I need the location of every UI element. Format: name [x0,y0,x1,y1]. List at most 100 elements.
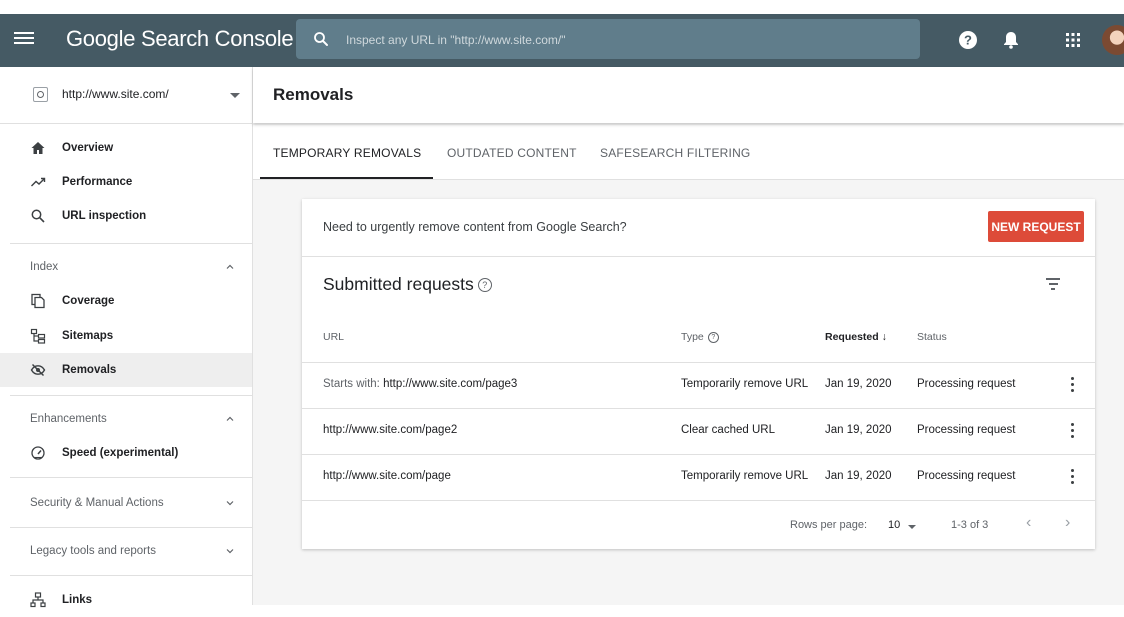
dropdown-arrow-icon [230,93,240,98]
sidebar-divider [10,243,252,244]
sidebar-item-overview[interactable]: Overview [0,131,252,165]
help-circle-icon[interactable]: ? [477,278,492,293]
search-input[interactable] [344,28,888,52]
main-content: Removals TEMPORARY REMOVALS OUTDATED CON… [253,67,1124,605]
section-index-header[interactable]: Index [0,253,252,281]
sidebar-item-label: Overview [62,142,114,154]
links-tree-icon [30,592,46,608]
page-title: Removals [273,85,354,104]
row-requested: Jan 19, 2020 [825,424,892,436]
chevron-down-icon [226,549,234,554]
sidebar-item-url-inspection[interactable]: URL inspection [0,199,252,233]
chevron-up-icon [226,264,234,269]
active-tab-indicator [260,177,433,179]
column-header-url: URL [323,331,345,343]
chevron-down-icon [226,501,234,506]
table-row: http://www.site.com/page2 Clear cached U… [302,408,1095,454]
chevron-up-icon [226,416,234,421]
previous-page-chevron-icon[interactable]: ‹ [1026,514,1031,532]
removals-card: Need to urgently remove content from Goo… [302,199,1095,549]
account-avatar[interactable] [1102,25,1124,55]
sidebar-divider [10,477,252,478]
row-type: Temporarily remove URL [681,470,809,482]
sidebar-item-sitemaps[interactable]: Sitemaps [0,319,252,353]
filter-list-icon[interactable] [1045,278,1061,292]
property-globe-icon [33,87,48,102]
sidebar-item-speed[interactable]: Speed (experimental) [0,436,252,470]
more-vert-icon[interactable] [1071,423,1075,439]
help-circle-icon: ? [707,331,719,343]
tab-temporary-removals[interactable]: TEMPORARY REMOVALS [273,146,421,160]
visibility-off-icon [30,363,46,377]
column-header-status: Status [917,331,947,343]
sidebar-item-coverage[interactable]: Coverage [0,284,252,318]
card-divider [302,256,1095,257]
more-vert-icon[interactable] [1071,469,1075,485]
submitted-requests-heading: Submitted requests? [323,274,492,295]
row-status: Processing request [917,424,1016,436]
section-label: Index [30,261,59,273]
svg-text:?: ? [964,33,972,48]
sidebar-item-label: Removals [62,364,117,376]
section-label: Security & Manual Actions [30,497,164,509]
property-selector[interactable]: http://www.site.com/ [0,67,252,124]
sidebar-item-performance[interactable]: Performance [0,165,252,199]
property-label: http://www.site.com/ [62,87,169,101]
row-status: Processing request [917,378,1016,390]
help-icon[interactable]: ? [956,28,980,52]
rows-per-page-dropdown-icon[interactable] [908,525,916,529]
url-inspection-search[interactable] [296,19,920,59]
new-request-button[interactable]: NEW REQUEST [988,211,1084,242]
url-value: http://www.site.com/page3 [383,378,518,390]
removal-tabs: TEMPORARY REMOVALS OUTDATED CONTENT SAFE… [253,125,1124,180]
apps-grid-icon[interactable] [1061,28,1085,52]
tab-outdated-content[interactable]: OUTDATED CONTENT [447,146,577,160]
sidebar-item-links[interactable]: Links [0,583,252,617]
sidebar-divider [10,395,252,396]
section-security-header[interactable]: Security & Manual Actions [0,489,252,517]
menu-icon[interactable] [14,29,34,49]
sidebar-item-label: URL inspection [62,210,147,222]
row-requested: Jan 19, 2020 [825,378,892,390]
url-prefix: Starts with: [323,378,384,390]
column-header-type-label: Type [681,331,704,343]
row-requested: Jan 19, 2020 [825,470,892,482]
sidebar-item-label: Speed (experimental) [62,447,179,459]
page-header: Removals [253,67,1124,123]
sidebar-divider [10,527,252,528]
row-status: Processing request [917,470,1016,482]
rows-per-page-label: Rows per page: [790,519,868,531]
sidebar-item-removals[interactable]: Removals [0,353,252,387]
sort-descending-arrow-icon: ↓ [881,331,887,343]
new-request-label: NEW REQUEST [991,220,1081,234]
column-header-requested-label: Requested [825,331,879,343]
speed-gauge-icon [31,446,45,460]
pagination-range: 1-3 of 3 [951,519,989,531]
sidebar-item-label: Performance [62,176,133,188]
section-label: Legacy tools and reports [30,545,156,557]
coverage-copy-icon [31,293,45,309]
search-icon [314,32,328,46]
section-legacy-header[interactable]: Legacy tools and reports [0,537,252,565]
row-url: http://www.site.com/page [323,470,451,482]
column-header-requested[interactable]: Requested ↓ [825,331,887,343]
more-vert-icon[interactable] [1071,377,1075,393]
section-enhancements-header[interactable]: Enhancements [0,405,252,433]
row-type: Temporarily remove URL [681,378,809,390]
row-url: Starts with: http://www.site.com/page3 [323,378,517,390]
submitted-requests-label: Submitted requests [323,274,474,294]
rows-per-page-select[interactable]: 10 [888,519,900,531]
brand-title: Google Search Console [66,26,294,51]
sidebar: http://www.site.com/ Overview Performanc… [0,67,253,608]
window-top-strip [0,0,1124,14]
sitemap-icon [30,328,46,344]
notifications-bell-icon[interactable] [999,28,1023,52]
sidebar-item-label: Coverage [62,295,115,307]
section-label: Enhancements [30,413,107,425]
urgent-removal-notice: Need to urgently remove content from Goo… [323,220,627,234]
top-app-bar: Google Search Console ? [0,14,1124,67]
next-page-chevron-icon[interactable]: › [1065,514,1070,532]
tab-safesearch-filtering[interactable]: SAFESEARCH FILTERING [600,146,750,160]
column-header-type[interactable]: Type? [681,331,719,343]
search-icon [31,209,45,223]
